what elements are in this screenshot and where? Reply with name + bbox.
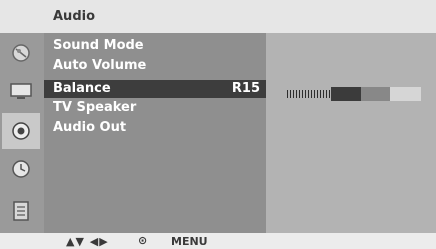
- category-sidebar: [0, 33, 44, 233]
- balance-adjust-panel: [266, 33, 436, 233]
- balance-left-ticks: [287, 90, 331, 98]
- screen-icon[interactable]: [2, 73, 40, 109]
- ok-button-icon: ⊙: [138, 234, 148, 247]
- menu-item-tv-speaker[interactable]: TV Speaker: [44, 99, 266, 117]
- menu-item-label: Audio Out: [53, 120, 127, 135]
- balance-fill: [331, 87, 361, 101]
- navigation-arrows-hint: ▲▼ ◀▶: [66, 235, 109, 248]
- balance-slider[interactable]: [287, 87, 429, 101]
- audio-icon[interactable]: [2, 113, 40, 149]
- menu-item-balance[interactable]: Balance R15: [44, 80, 266, 98]
- menu-item-label: Auto Volume: [53, 58, 147, 73]
- option-icon[interactable]: [2, 193, 40, 229]
- menu-item-label: Sound Mode: [53, 38, 144, 53]
- menu-item-auto-volume[interactable]: Auto Volume: [44, 57, 266, 75]
- navigation-hint-bar: ▲▼ ◀▶ ⊙ MENU: [0, 233, 436, 249]
- menu-item-audio-out[interactable]: Audio Out: [44, 119, 266, 137]
- menu-item-label: Balance: [53, 81, 111, 96]
- menu-item-label: TV Speaker: [53, 100, 137, 115]
- balance-fill-light: [361, 87, 390, 101]
- menu-hint-label: MENU: [171, 235, 208, 248]
- menu-title-bar: Audio: [0, 0, 436, 33]
- menu-title: Audio: [53, 9, 96, 24]
- menu-item-sound-mode[interactable]: Sound Mode: [44, 37, 266, 55]
- audio-menu-panel: Sound Mode Auto Volume Balance R15 TV Sp…: [44, 33, 266, 233]
- time-icon[interactable]: [2, 151, 40, 187]
- balance-value: R15: [231, 81, 260, 96]
- picture-category-icon[interactable]: [2, 35, 40, 71]
